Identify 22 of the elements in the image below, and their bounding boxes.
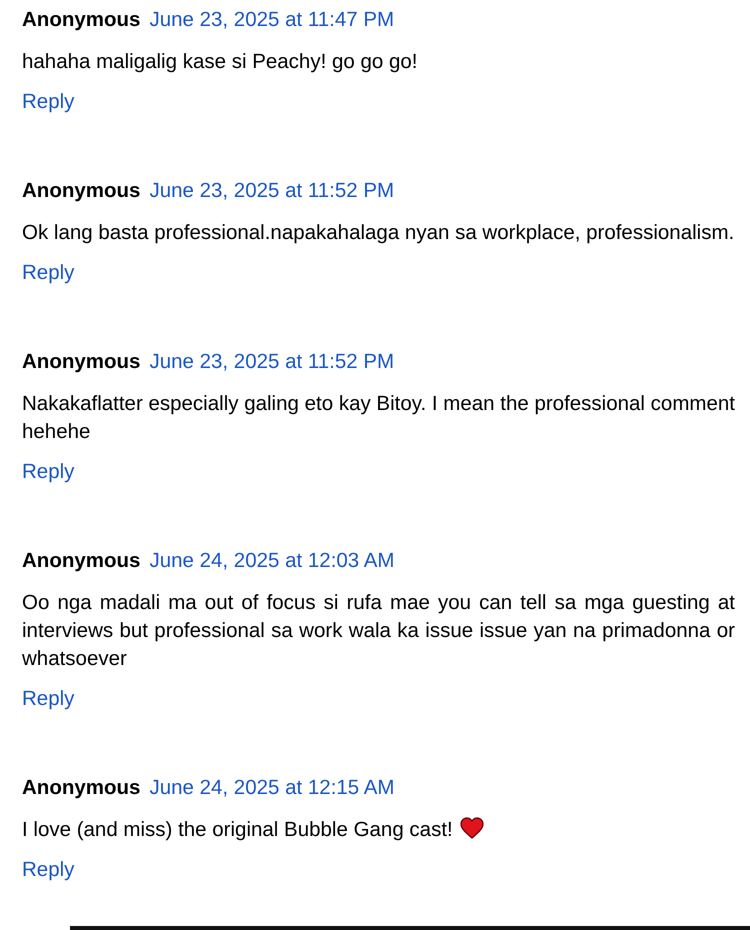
comment-author: Anonymous bbox=[22, 178, 140, 204]
comment-author: Anonymous bbox=[22, 548, 140, 574]
comment-text: Nakakaflatter especially galing eto kay Bitoy. I mean the professional comment hehehe bbox=[22, 392, 735, 443]
reply-link[interactable]: Reply bbox=[22, 90, 74, 113]
scrollbar[interactable] bbox=[70, 926, 750, 930]
comment-text: Ok lang basta professional.napakahalaga nyan sa workplace, professionalism. bbox=[22, 221, 734, 244]
comment-date-link[interactable]: June 24, 2025 at 12:15 AM bbox=[149, 774, 395, 802]
comment-author: Anonymous bbox=[22, 7, 140, 33]
comment-date-link[interactable]: June 24, 2025 at 12:03 AM bbox=[149, 547, 395, 575]
comment-author: Anonymous bbox=[22, 775, 140, 801]
comment-date-link[interactable]: June 23, 2025 at 11:52 PM bbox=[149, 177, 394, 205]
comment-date-link[interactable]: June 23, 2025 at 11:47 PM bbox=[149, 6, 394, 34]
reply-link[interactable]: Reply bbox=[22, 858, 74, 881]
reply-link[interactable]: Reply bbox=[22, 460, 74, 483]
comment-text: Oo nga madali ma out of focus si rufa mae you can tell sa mga guesting at interviews but professional sa work wala ka issue issue yan na primadonna or whatsoever bbox=[22, 591, 735, 670]
comment-text: hahaha maligalig kase si Peachy! go go go! bbox=[22, 50, 418, 73]
comment-text: I love (and miss) the original Bubble Gang cast! bbox=[22, 818, 453, 841]
reply-link[interactable]: Reply bbox=[22, 261, 74, 284]
comment-date-link[interactable]: June 23, 2025 at 11:52 PM bbox=[149, 348, 394, 376]
heart-icon bbox=[460, 817, 484, 839]
reply-link[interactable]: Reply bbox=[22, 687, 74, 710]
comment-author: Anonymous bbox=[22, 349, 140, 375]
